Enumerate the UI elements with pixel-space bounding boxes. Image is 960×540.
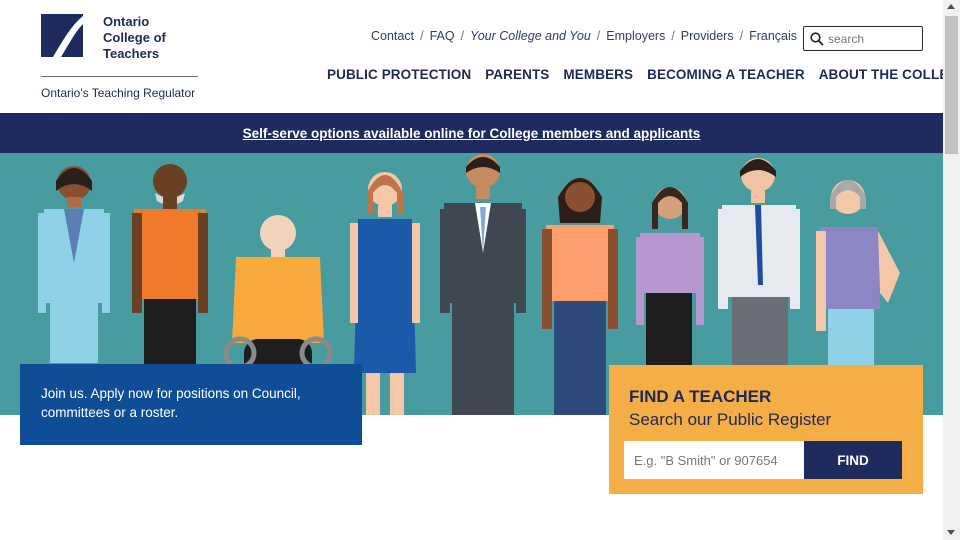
occt-logo-mark-icon: [41, 14, 83, 57]
scroll-up-icon[interactable]: [947, 4, 955, 9]
search-icon[interactable]: [810, 31, 824, 46]
find-button[interactable]: FIND: [804, 441, 902, 479]
nav-parents[interactable]: PARENTS: [485, 67, 549, 82]
nav-members[interactable]: MEMBERS: [563, 67, 633, 82]
util-link-contact[interactable]: Contact: [371, 29, 414, 43]
scroll-thumb[interactable]: [945, 16, 958, 154]
person-figure: [38, 166, 110, 363]
banner-link[interactable]: Self-serve options available online for …: [243, 126, 701, 141]
find-title: FIND A TEACHER: [629, 387, 772, 406]
site-logo[interactable]: Ontario College of Teachers Ontario's Te…: [41, 14, 201, 104]
page-scrollbar[interactable]: [943, 0, 960, 540]
search-input[interactable]: [828, 31, 918, 46]
teacher-search-input[interactable]: [624, 441, 804, 479]
site-header: Ontario College of Teachers Ontario's Te…: [0, 0, 960, 113]
util-separator: /: [739, 29, 744, 43]
callout-text[interactable]: Join us. Apply now for positions on Coun…: [41, 386, 301, 420]
find-form: FIND: [624, 441, 902, 479]
logo-divider: [41, 76, 198, 77]
scroll-down-icon[interactable]: [947, 530, 955, 535]
nav-about-the-college[interactable]: ABOUT THE COLLEGE: [819, 67, 960, 82]
find-a-teacher-panel: FIND A TEACHER Search our Public Registe…: [609, 365, 923, 494]
logo-name: Ontario College of Teachers: [103, 14, 166, 61]
util-link-francais[interactable]: Français: [749, 29, 797, 43]
council-callout[interactable]: Join us. Apply now for positions on Coun…: [20, 364, 362, 445]
util-link-employers[interactable]: Employers: [606, 29, 665, 43]
person-figure: [542, 178, 618, 415]
person-figure: [440, 154, 526, 415]
utility-nav: Contact / FAQ / Your College and You / E…: [371, 29, 797, 43]
util-separator: /: [460, 29, 465, 43]
find-subtitle: Search our Public Register: [629, 410, 832, 429]
site-search[interactable]: [803, 26, 923, 51]
util-separator: /: [671, 29, 675, 43]
nav-public-protection[interactable]: PUBLIC PROTECTION: [327, 67, 471, 82]
util-separator: /: [420, 29, 424, 43]
nav-becoming-a-teacher[interactable]: BECOMING A TEACHER: [647, 67, 805, 82]
main-nav: PUBLIC PROTECTION PARENTS MEMBERS BECOMI…: [327, 67, 960, 82]
logo-tagline: Ontario's Teaching Regulator: [41, 86, 196, 100]
util-link-providers[interactable]: Providers: [681, 29, 734, 43]
util-link-your-college[interactable]: Your College and You: [470, 29, 591, 43]
util-separator: /: [596, 29, 601, 43]
util-link-faq[interactable]: FAQ: [430, 29, 455, 43]
announcement-banner: Self-serve options available online for …: [0, 113, 943, 153]
